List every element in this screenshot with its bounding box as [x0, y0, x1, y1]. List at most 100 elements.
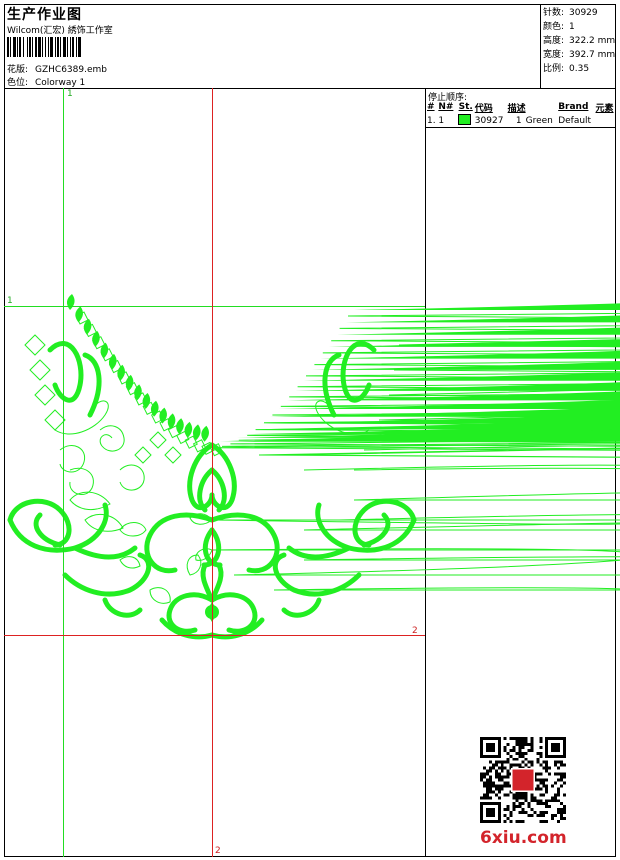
qr-cell	[488, 760, 492, 764]
qr-cell	[497, 760, 501, 764]
qr-cell	[485, 778, 489, 782]
qr-cell	[488, 796, 492, 800]
qr-cell	[524, 742, 528, 746]
qr-cell	[539, 814, 543, 818]
qr-logo-icon	[512, 769, 534, 791]
qr-cell	[521, 808, 525, 812]
qr-cell	[563, 775, 566, 779]
qr-cell	[554, 760, 558, 764]
lace-stroke	[102, 597, 143, 618]
qr-cell	[542, 778, 546, 782]
qr-cell	[554, 763, 558, 767]
qr-cell	[482, 793, 486, 797]
qr-cell	[480, 796, 483, 800]
qr-cell	[494, 763, 498, 767]
qr-cell	[560, 778, 564, 782]
qr-cell	[494, 793, 498, 797]
qr-cell	[545, 790, 549, 794]
red-vertical-guide	[212, 88, 213, 857]
qr-cell	[485, 784, 489, 788]
lace-leaf	[100, 342, 109, 359]
qr-cell	[524, 757, 528, 761]
qr-cell	[530, 737, 534, 740]
qr-cell	[518, 793, 522, 797]
qr-cell	[512, 808, 516, 812]
qr-cell	[503, 781, 507, 785]
qr-cell	[509, 820, 513, 823]
qr-cell	[551, 796, 555, 800]
qr-cell	[545, 784, 549, 788]
qr-cell	[551, 814, 555, 818]
lace-leaf	[184, 421, 193, 438]
qr-cell	[521, 802, 525, 806]
qr-cell	[480, 778, 483, 782]
lace-leaf	[354, 303, 620, 310]
qr-cell	[488, 775, 492, 779]
qr-cell	[497, 775, 501, 779]
qr-cell	[497, 766, 501, 770]
qr-cell	[518, 820, 522, 823]
qr-cell	[530, 745, 534, 749]
qr-cell	[530, 796, 534, 800]
qr-cell	[539, 781, 543, 785]
lace-stroke	[352, 498, 417, 548]
qr-cell	[539, 751, 543, 755]
lace-leaf	[159, 407, 167, 424]
qr-cell	[497, 778, 501, 782]
qr-cell	[542, 811, 546, 815]
qr-cell	[485, 787, 489, 791]
qr-cell	[530, 793, 534, 797]
qr-cell	[500, 766, 504, 770]
qr-cell	[524, 739, 528, 743]
qr-cell	[482, 772, 486, 776]
qr-cell	[545, 760, 549, 764]
qr-cell	[503, 766, 507, 770]
lace-stroke	[47, 341, 84, 403]
qr-cell	[530, 748, 534, 752]
qr-code	[480, 737, 566, 823]
qr-cell	[560, 814, 564, 818]
qr-cell	[536, 751, 540, 755]
qr-cell	[545, 799, 549, 803]
qr-cell	[494, 787, 498, 791]
qr-cell	[506, 793, 510, 797]
qr-cell	[563, 811, 566, 815]
qr-cell	[539, 754, 543, 758]
qr-cell	[557, 766, 561, 770]
qr-cell	[515, 793, 519, 797]
qr-cell	[536, 787, 540, 791]
qr-cell	[506, 772, 510, 776]
qr-cell	[560, 817, 564, 821]
qr-cell	[563, 817, 566, 821]
qr-cell	[515, 737, 519, 740]
qr-cell	[554, 793, 558, 797]
qr-cell	[542, 784, 546, 788]
qr-cell	[518, 745, 522, 749]
qr-cell	[524, 793, 528, 797]
lace-stroke	[24, 334, 66, 431]
qr-cell	[527, 760, 531, 764]
qr-cell	[536, 802, 540, 806]
qr-cell	[485, 781, 489, 785]
qr-cell	[545, 769, 549, 773]
qr-cell	[518, 748, 522, 752]
qr-cell	[542, 766, 546, 770]
qr-cell	[557, 820, 561, 823]
qr-cell	[506, 775, 510, 779]
qr-cell	[524, 799, 528, 803]
qr-cell	[542, 814, 546, 818]
embroidery-design	[7, 294, 620, 640]
qr-cell	[506, 805, 510, 809]
qr-cell	[500, 769, 504, 773]
qr-cell	[497, 790, 501, 794]
qr-cell	[563, 781, 566, 785]
lace-stroke	[7, 498, 72, 548]
qr-cell	[545, 787, 549, 791]
qr-cell	[539, 820, 543, 823]
qr-cell	[512, 802, 516, 806]
qr-cell	[542, 781, 546, 785]
qr-cell	[518, 751, 522, 755]
lace-stroke	[338, 514, 620, 521]
lace-stroke	[209, 512, 280, 574]
qr-cell	[518, 763, 522, 767]
